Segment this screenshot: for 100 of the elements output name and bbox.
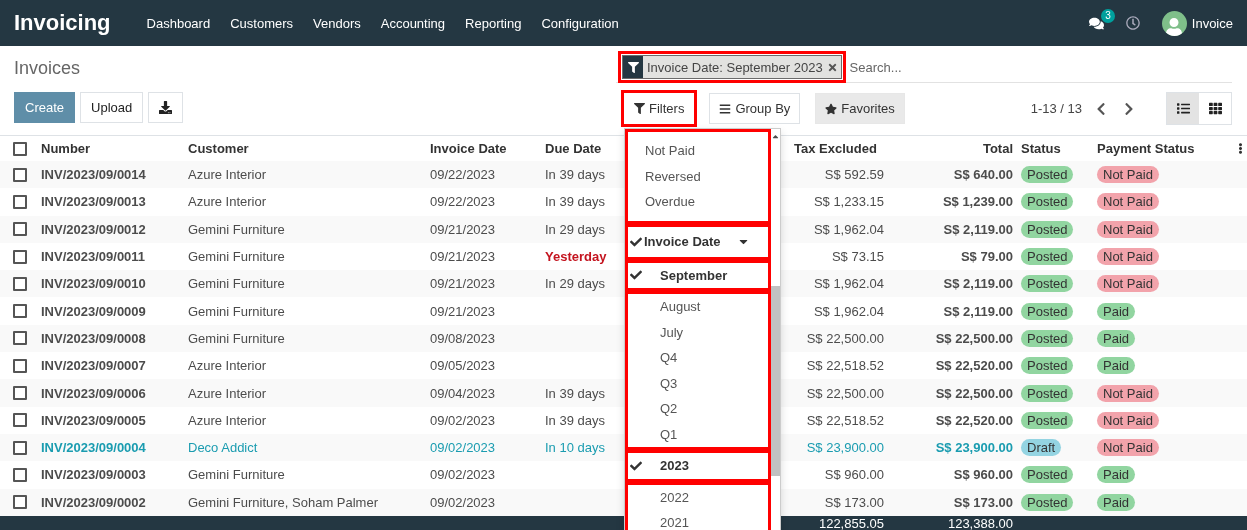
filter-option[interactable]: Reversed <box>628 163 768 189</box>
column-header[interactable]: Payment Status <box>1097 141 1235 156</box>
row-checkbox[interactable] <box>13 386 27 400</box>
table-cell-text: 09/21/2023 <box>430 221 497 237</box>
filter-group-header[interactable]: Invoice Date <box>628 226 768 257</box>
row-checkbox[interactable] <box>13 413 27 428</box>
table-cell-text: INV/2023/09/0003 <box>41 467 147 483</box>
table-cell-text: S$ 173.00 <box>952 494 1013 510</box>
row-checkbox[interactable] <box>13 467 27 482</box>
app-title: Invoicing <box>14 10 111 36</box>
table-cell-text: S$ 22,500.00 <box>934 385 1013 401</box>
table-cell-text: S$ 2,119.00 <box>942 276 1013 292</box>
list-view-button[interactable] <box>1167 93 1199 124</box>
table-cell-text: 09/22/2023 <box>430 194 497 210</box>
nav-menu-item[interactable]: Accounting <box>380 15 446 31</box>
status-badge: Posted <box>1021 357 1074 375</box>
column-header[interactable]: Customer <box>188 141 430 156</box>
payment-status-badge: Not Paid <box>1097 193 1159 211</box>
table-cell-text: S$ 22,520.00 <box>934 358 1013 374</box>
user-menu[interactable]: Invoice <box>1161 10 1233 36</box>
chat-icon[interactable] <box>1088 15 1104 31</box>
filter-option[interactable]: Q3 <box>628 370 768 396</box>
payment-status-badge: Paid <box>1097 493 1136 511</box>
status-badge: Posted <box>1021 466 1074 484</box>
column-header[interactable]: Status <box>1013 141 1097 156</box>
nav-menu-item[interactable]: Reporting <box>465 15 522 31</box>
column-header[interactable]: Tax Excluded <box>790 141 884 156</box>
download-icon <box>159 101 173 114</box>
status-badge: Posted <box>1021 275 1074 293</box>
status-badge: Posted <box>1021 493 1074 511</box>
column-header[interactable]: Number <box>41 141 188 156</box>
filter-option[interactable]: Overdue <box>628 189 768 215</box>
filter-facet[interactable]: Invoice Date: September 2023 <box>622 55 842 79</box>
payment-status-badge: Not Paid <box>1097 411 1159 429</box>
payment-status-badge: Paid <box>1097 357 1136 375</box>
row-checkbox[interactable] <box>13 222 27 237</box>
column-header[interactable]: Due Date <box>545 141 624 156</box>
table-cell-text: S$ 22,500.00 <box>805 330 884 346</box>
close-icon[interactable] <box>826 61 838 73</box>
favorites-button[interactable]: Favorites <box>815 93 905 124</box>
filter-option[interactable]: Q1 <box>628 421 768 447</box>
download-button[interactable] <box>148 92 184 123</box>
check-icon <box>630 235 642 248</box>
row-checkbox[interactable] <box>13 440 27 455</box>
nav-menu-item[interactable]: Dashboard <box>146 15 211 31</box>
row-checkbox[interactable] <box>13 358 27 373</box>
column-header[interactable]: Invoice Date <box>430 141 545 156</box>
message-count-badge: 3 <box>1101 8 1115 23</box>
filter-option[interactable]: Not Paid <box>628 138 768 164</box>
filters-button[interactable]: Filters <box>624 93 695 124</box>
row-checkbox[interactable] <box>13 331 27 346</box>
search-field[interactable]: Search... <box>847 52 1232 82</box>
row-checkbox[interactable] <box>13 249 27 264</box>
table-cell-text: 09/02/2023 <box>430 494 497 510</box>
table-cell-text: S$ 173.00 <box>823 494 884 510</box>
table-cell-text: S$ 23,900.00 <box>934 440 1013 456</box>
nav-menu-item[interactable]: Vendors <box>313 15 361 31</box>
table-cell-text: 09/04/2023 <box>430 385 497 401</box>
row-checkbox[interactable] <box>13 194 27 209</box>
nav-menu-item[interactable]: Configuration <box>541 15 619 31</box>
table-cell-text: S$ 1,962.04 <box>812 276 884 292</box>
table-cell-text: S$ 23,900.00 <box>805 440 884 456</box>
table-cell-text: S$ 640.00 <box>952 167 1013 183</box>
status-badge: Posted <box>1021 220 1074 238</box>
create-button[interactable]: Create <box>14 92 76 123</box>
payment-status-badge: Not Paid <box>1097 220 1159 238</box>
filter-option[interactable]: Q2 <box>628 396 768 422</box>
total-amount: 122,855.05 <box>817 515 884 530</box>
row-checkbox[interactable] <box>13 276 27 291</box>
clock-icon[interactable] <box>1125 16 1140 30</box>
table-cell-text: INV/2023/09/0013 <box>41 194 147 210</box>
upload-button[interactable]: Upload <box>80 92 144 123</box>
row-checkbox[interactable] <box>13 495 27 510</box>
table-cell-text: S$ 592.59 <box>823 167 884 183</box>
table-cell-text: INV/2023/09/0006 <box>41 385 147 401</box>
select-all-checkbox[interactable] <box>13 141 27 156</box>
filter-option[interactable]: 2023 <box>628 453 768 479</box>
filter-option[interactable]: 2021 <box>628 510 768 530</box>
status-badge: Posted <box>1021 384 1074 402</box>
table-cell-text: S$ 1,233.15 <box>812 194 884 210</box>
page-title: Invoices <box>14 58 82 80</box>
nav-menu-item[interactable]: Customers <box>230 15 294 31</box>
filter-option[interactable]: Q4 <box>628 345 768 371</box>
filter-option[interactable]: July <box>628 319 768 345</box>
groupby-button[interactable]: Group By <box>709 93 801 124</box>
filter-icon <box>634 103 645 114</box>
pager-label: 1-13 / 13 <box>1030 101 1082 116</box>
row-checkbox[interactable] <box>13 304 27 319</box>
filter-option[interactable]: 2022 <box>628 484 768 510</box>
table-cell-text: Gemini Furniture <box>188 303 286 319</box>
filter-option[interactable]: September <box>628 262 768 288</box>
table-cell-text: S$ 22,500.00 <box>934 330 1013 346</box>
column-header[interactable]: Total <box>884 141 1013 156</box>
menu-icon <box>719 102 732 115</box>
check-icon <box>630 459 642 472</box>
filter-option[interactable]: August <box>628 294 768 320</box>
table-cell-text: Azure Interior <box>188 412 268 428</box>
row-checkbox[interactable] <box>13 167 27 182</box>
table-cell-text: S$ 2,119.00 <box>942 303 1013 319</box>
table-cell-text: S$ 960.00 <box>823 467 884 483</box>
